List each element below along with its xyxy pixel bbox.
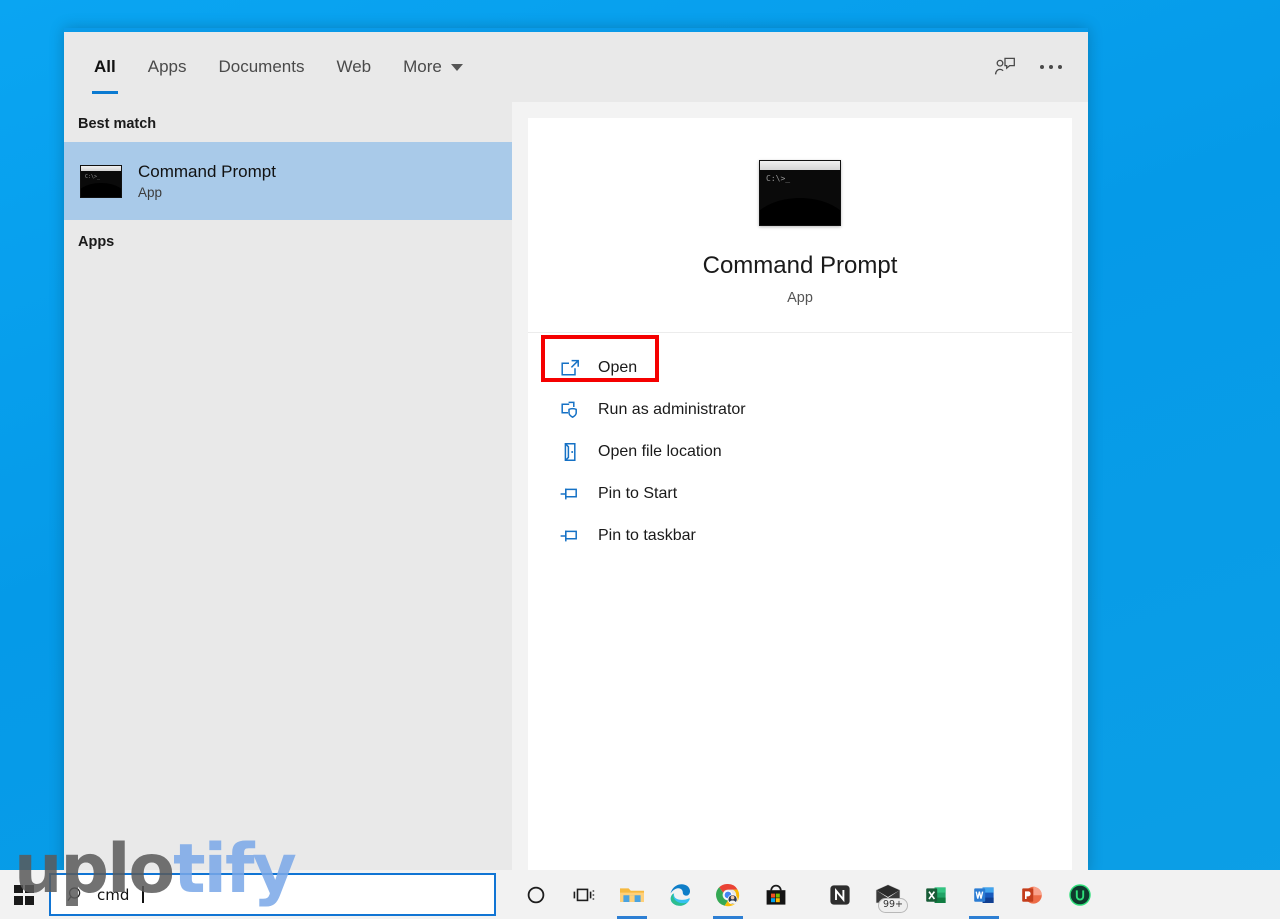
action-pin-to-taskbar-label: Pin to taskbar — [598, 527, 696, 544]
tab-web[interactable]: Web — [320, 32, 387, 102]
results-pane: Best match C:\>_ Command Prompt App Apps — [64, 102, 512, 874]
tab-documents-label: Documents — [218, 57, 305, 76]
search-tabbar: All Apps Documents Web More — [64, 32, 1088, 102]
action-open-file-location-label: Open file location — [598, 443, 722, 460]
tab-documents[interactable]: Documents — [202, 32, 320, 102]
task-view-icon[interactable] — [560, 870, 608, 919]
chevron-down-icon — [450, 63, 463, 71]
tab-more[interactable]: More — [387, 32, 479, 102]
feedback-icon[interactable] — [982, 44, 1028, 90]
preview-subtitle: App — [787, 290, 813, 306]
tab-more-label: More — [403, 57, 442, 76]
action-pin-to-start-label: Pin to Start — [598, 485, 678, 502]
mail-icon[interactable]: 99+ — [864, 870, 912, 919]
tab-web-label: Web — [336, 57, 372, 76]
ellipsis-icon — [1040, 65, 1062, 69]
chrome-icon[interactable] — [704, 870, 752, 919]
result-item-title: Command Prompt — [138, 162, 276, 181]
open-icon — [558, 359, 582, 377]
edge-icon[interactable] — [656, 870, 704, 919]
action-pin-to-start[interactable]: Pin to Start — [528, 473, 1072, 515]
file-explorer-icon[interactable] — [608, 870, 656, 919]
powerpoint-icon[interactable] — [1008, 870, 1056, 919]
folder-location-icon — [558, 442, 582, 462]
preview-header: C:\>_ Command Prompt App — [528, 118, 1072, 333]
preview-title: Command Prompt — [702, 252, 898, 279]
cortana-icon[interactable] — [512, 870, 560, 919]
pin-icon — [558, 485, 582, 503]
pin-icon — [558, 527, 582, 545]
excel-icon[interactable] — [912, 870, 960, 919]
word-icon[interactable] — [960, 870, 1008, 919]
tab-apps-label: Apps — [147, 57, 187, 76]
result-item-text: Command Prompt App — [138, 162, 276, 200]
shield-admin-icon — [558, 401, 582, 420]
search-input[interactable]: cmd — [49, 873, 496, 916]
action-run-as-administrator-label: Run as administrator — [598, 401, 746, 418]
best-match-header: Best match — [78, 116, 157, 132]
action-open-file-location[interactable]: Open file location — [528, 431, 1072, 473]
taskbar-items: 99+ — [496, 870, 1280, 919]
command-prompt-icon: C:\>_ — [80, 164, 122, 198]
mail-badge: 99+ — [877, 898, 908, 913]
more-options-icon[interactable] — [1028, 44, 1074, 90]
start-button[interactable] — [0, 870, 48, 919]
result-item-subtitle: App — [138, 185, 163, 200]
search-flyout: All Apps Documents Web More Best match C… — [64, 28, 1088, 874]
action-open[interactable]: Open — [528, 335, 1072, 389]
microsoft-store-icon[interactable] — [752, 870, 800, 919]
action-open-label: Open — [598, 359, 638, 376]
tab-all[interactable]: All — [78, 32, 132, 102]
preview-card: C:\>_ Command Prompt App Open Run as adm… — [528, 118, 1072, 874]
windows-logo-icon — [14, 884, 34, 905]
text-cursor — [142, 886, 144, 903]
apps-header: Apps — [78, 234, 115, 250]
tab-all-label: All — [94, 57, 116, 76]
utorrent-icon[interactable] — [1056, 870, 1104, 919]
preview-actions: Open Run as administrator Open file loca… — [528, 333, 1072, 557]
search-icon — [67, 886, 81, 901]
search-input-value: cmd — [97, 885, 130, 904]
preview-pane: C:\>_ Command Prompt App Open Run as adm… — [512, 102, 1088, 874]
search-panes: Best match C:\>_ Command Prompt App Apps — [64, 102, 1088, 874]
action-pin-to-taskbar[interactable]: Pin to taskbar — [528, 515, 1072, 557]
action-run-as-administrator[interactable]: Run as administrator — [528, 389, 1072, 431]
result-item-command-prompt[interactable]: C:\>_ Command Prompt App — [64, 142, 512, 220]
command-prompt-icon: C:\>_ — [759, 160, 841, 226]
notion-icon[interactable] — [816, 870, 864, 919]
tab-apps[interactable]: Apps — [132, 32, 203, 102]
taskbar: cmd 99+ — [0, 870, 1280, 919]
